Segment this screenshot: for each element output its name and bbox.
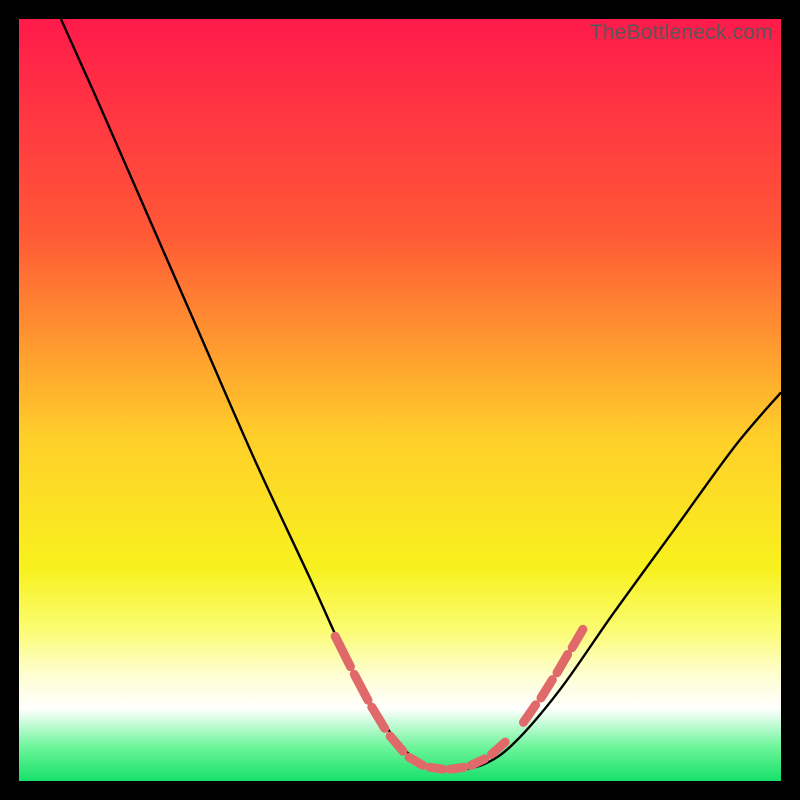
dash-segment [450,767,464,769]
chart-frame: TheBottleneck.com [19,19,781,781]
dash-segment [471,759,485,765]
plot-background [19,19,781,781]
bottleneck-plot [19,19,781,781]
dash-segment [430,767,444,769]
watermark-text: TheBottleneck.com [590,21,773,45]
